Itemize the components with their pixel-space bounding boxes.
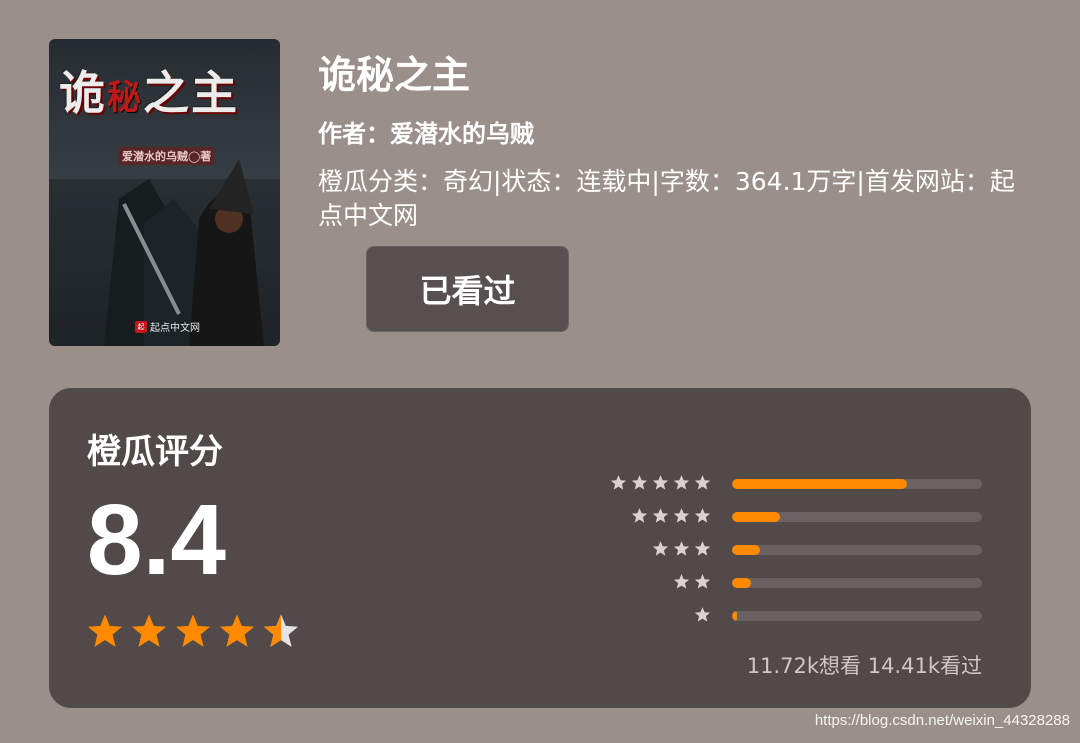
small-star-icon [652, 474, 669, 495]
small-star-icon [610, 474, 627, 495]
distribution-bar-fill [732, 578, 751, 588]
distribution-bar-fill [732, 512, 780, 522]
publisher-logo-icon: 起 [135, 320, 147, 333]
star-icon [131, 614, 167, 647]
seen-button[interactable]: 已看过 [366, 246, 569, 332]
small-star-icon [694, 540, 711, 561]
distribution-bar-track [732, 479, 982, 489]
rating-counts: 11.72k想看 14.41k看过 [746, 654, 982, 678]
watermark: https://blog.csdn.net/weixin_44328288 [814, 712, 1070, 729]
distribution-bar-track [732, 611, 982, 621]
distribution-row-2 [569, 573, 1031, 594]
distribution-stars [631, 507, 711, 528]
rating-title: 橙瓜评分 [87, 432, 223, 472]
small-star-icon [673, 573, 690, 594]
distribution-bar-track [732, 545, 982, 555]
small-star-icon [631, 474, 648, 495]
distribution-bar-fill [732, 545, 760, 555]
distribution-row-1 [569, 606, 1031, 627]
small-star-icon [694, 606, 711, 627]
book-meta: 橙瓜分类：奇幻|状态：连载中|字数：364.1万字|首发网站：起点中文网 [318, 167, 1015, 230]
cover-publisher: 起 起点中文网 [135, 319, 200, 334]
distribution-bar-fill [732, 611, 737, 621]
star-icon [87, 614, 123, 647]
cover-publisher-name: 起点中文网 [150, 323, 200, 334]
small-star-icon [694, 573, 711, 594]
rating-score: 8.4 [87, 484, 227, 596]
cover-title-char-2: 秘 [107, 78, 143, 118]
cover-title: 诡秘之主 [59, 57, 274, 123]
distribution-row-3 [569, 540, 1031, 561]
book-title: 诡秘之主 [318, 53, 471, 97]
rating-stars [85, 612, 301, 650]
distribution-row-5 [569, 474, 1031, 495]
star-icon [175, 614, 211, 647]
distribution-bar-track [732, 512, 982, 522]
small-star-icon [652, 540, 669, 561]
cover-title-char-3: 之主 [143, 66, 239, 120]
small-star-icon [652, 507, 669, 528]
distribution-bar-fill [732, 479, 907, 489]
distribution-stars [652, 540, 711, 561]
distribution-stars [610, 474, 711, 495]
distribution-bar-track [732, 578, 982, 588]
small-star-icon [694, 507, 711, 528]
cover-title-char-1: 诡 [59, 66, 107, 120]
small-star-icon [631, 507, 648, 528]
distribution-stars [694, 606, 711, 627]
small-star-icon [673, 474, 690, 495]
small-star-icon [673, 507, 690, 528]
distribution-stars [673, 573, 711, 594]
small-star-icon [694, 474, 711, 495]
rating-card: 橙瓜评分 8.4 11.72k想看 14.41k看过 [49, 388, 1031, 708]
book-cover[interactable]: 诡秘之主 爱潜水的乌贼◯著 起 起点中文网 [49, 39, 280, 346]
distribution-row-4 [569, 507, 1031, 528]
cover-author: 爱潜水的乌贼◯著 [119, 147, 215, 165]
star-icon [219, 614, 255, 647]
half-star-icon [263, 614, 299, 647]
book-author[interactable]: 作者：爱潜水的乌贼 [318, 114, 534, 149]
small-star-icon [673, 540, 690, 561]
